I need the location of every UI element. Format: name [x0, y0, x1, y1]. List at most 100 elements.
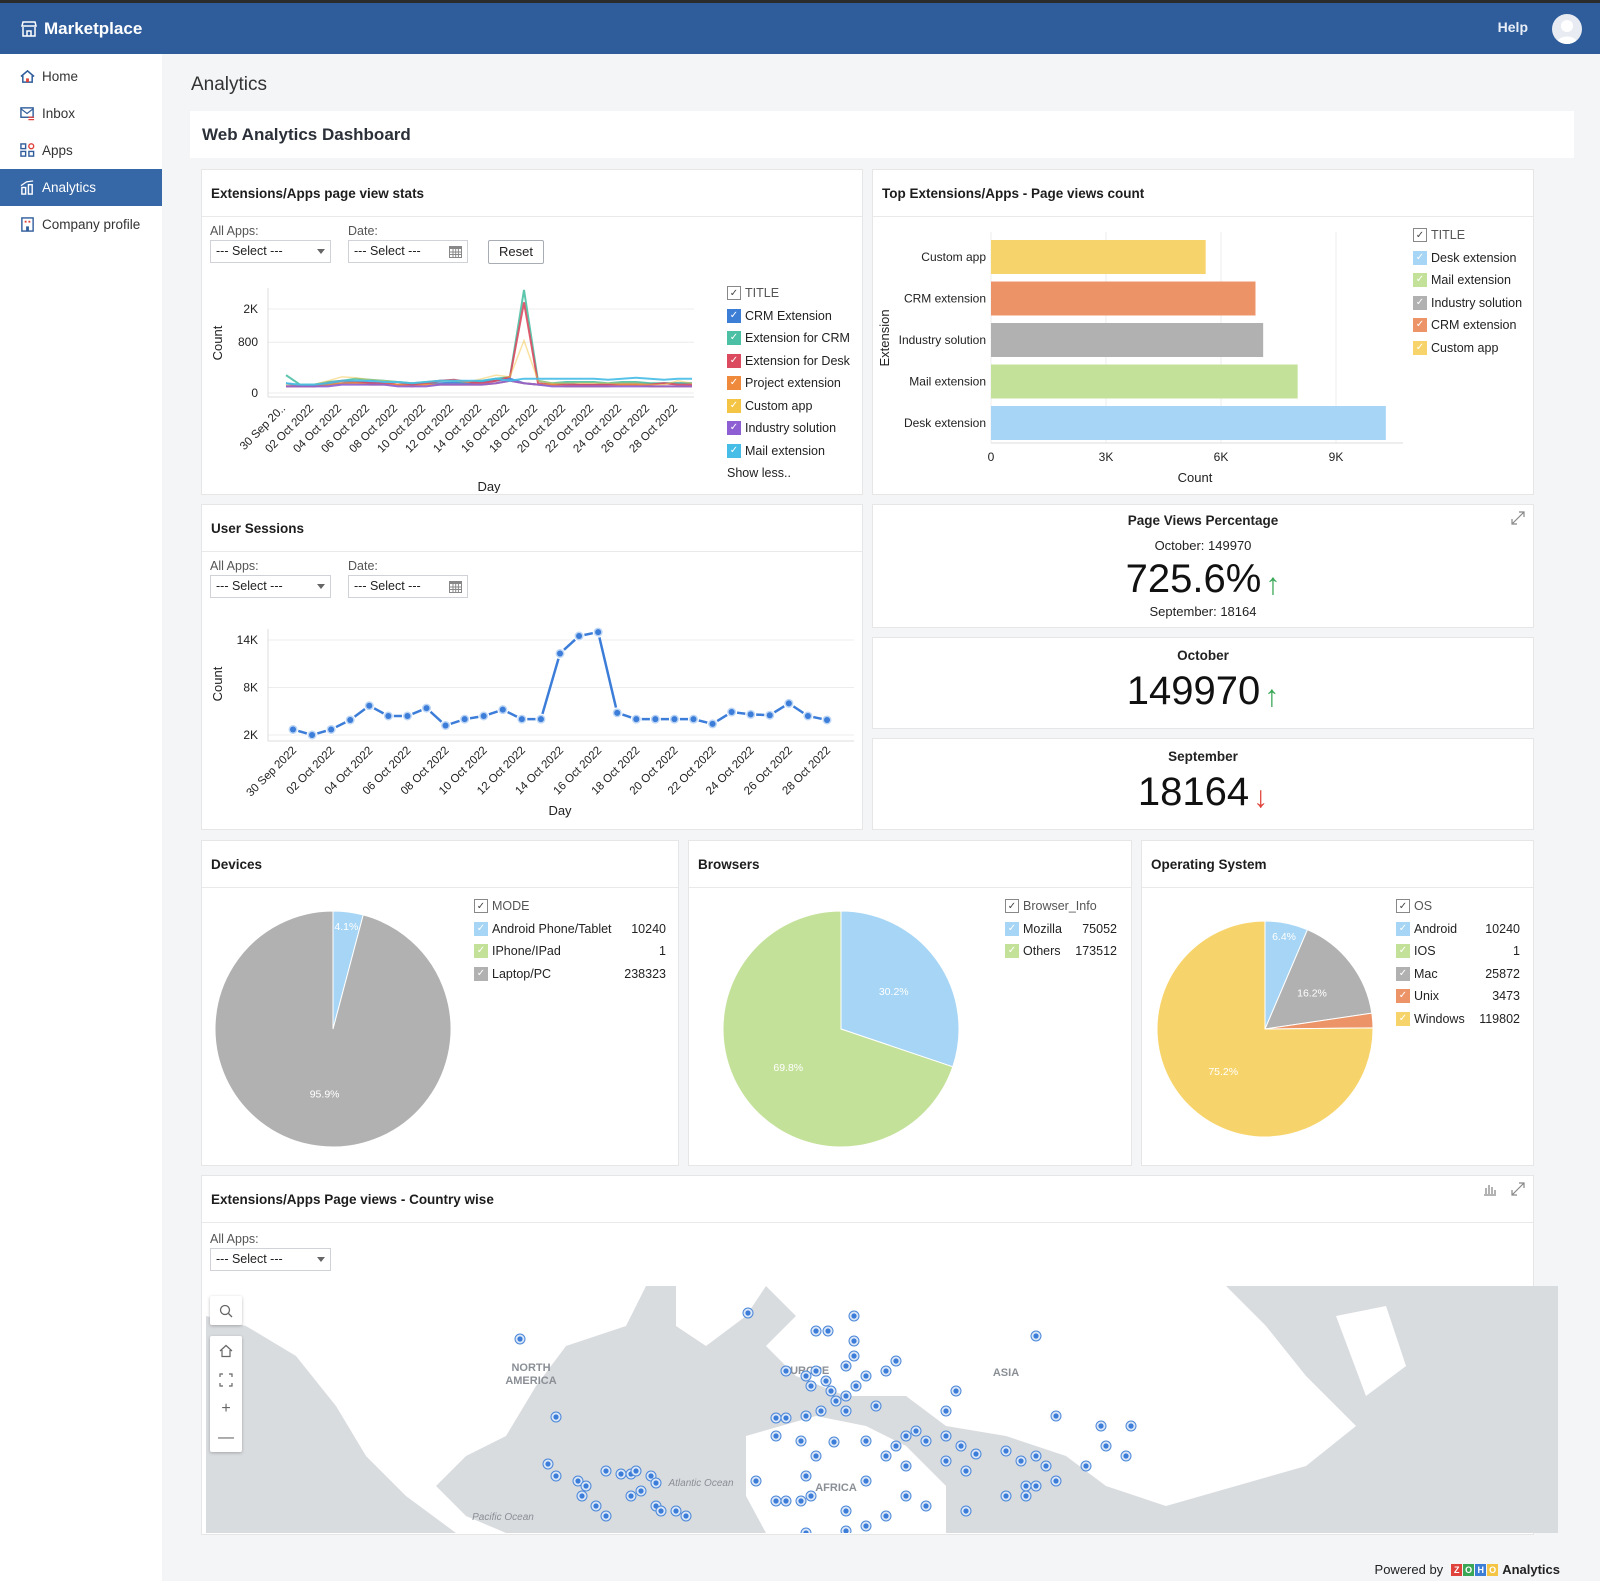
legend-item[interactable]: ✓ CRM extension — [1413, 314, 1533, 337]
sidebar-item-label: Company profile — [42, 217, 141, 232]
legend-item[interactable]: ✓ Mozilla 75052 — [1005, 918, 1117, 941]
map-marker-dot — [1053, 1413, 1059, 1419]
user-sessions-panel: User Sessions All Apps: --- Select --- D… — [201, 504, 863, 830]
legend-item[interactable]: ✓ Custom app — [1413, 337, 1533, 360]
legend-item[interactable]: ✓ Mail extension — [1413, 269, 1533, 292]
legend-item[interactable]: ✓ Android Phone/Tablet 10240 — [474, 918, 666, 941]
avatar[interactable] — [1552, 14, 1582, 44]
legend-item[interactable]: ✓ Custom app — [727, 395, 857, 418]
all-apps-select[interactable]: --- Select --- — [210, 1248, 331, 1271]
sidebar-item-apps[interactable]: Apps — [0, 132, 162, 169]
brand[interactable]: Marketplace — [20, 19, 142, 39]
checkbox-icon: ✓ — [1413, 250, 1427, 265]
legend-label: Mozilla — [1023, 921, 1062, 936]
dashboard-title: Web Analytics Dashboard — [190, 111, 1574, 158]
map-marker-dot — [818, 1408, 824, 1414]
panel-title: Operating System — [1142, 841, 1533, 888]
sidebar-item-analytics[interactable]: Analytics — [0, 169, 162, 206]
map-marker-dot — [1128, 1423, 1134, 1429]
chart-type-icon[interactable] — [1483, 1182, 1497, 1196]
legend-item[interactable]: ✓ Others 173512 — [1005, 940, 1117, 963]
legend-item[interactable]: ✓ Unix 3473 — [1396, 985, 1520, 1008]
data-point — [290, 726, 296, 733]
world-map[interactable]: NORTHAMERICAEUROPEASIAAFRICAAtlantic Oce… — [206, 1286, 1558, 1533]
legend-item[interactable]: ✓ Extension for CRM — [727, 327, 857, 350]
legend-item[interactable]: ✓ Project extension — [727, 372, 857, 395]
y-tick-label: 800 — [238, 335, 258, 349]
date-select[interactable]: --- Select --- — [348, 240, 468, 263]
all-apps-select[interactable]: --- Select --- — [210, 575, 331, 598]
legend-item[interactable]: ✓ Extension for Desk — [727, 350, 857, 373]
data-point — [766, 712, 773, 719]
chevron-down-icon — [317, 1257, 325, 1262]
legend-item[interactable]: ✓ Mail extension — [727, 440, 857, 463]
kpi-title: October — [1177, 648, 1229, 663]
main-content: Analytics Web Analytics Dashboard Extens… — [162, 54, 1600, 1581]
help-link[interactable]: Help — [1498, 19, 1528, 35]
map-marker-dot — [843, 1508, 849, 1514]
legend-item[interactable]: ✓ IPhone/IPad 1 — [474, 940, 666, 963]
panel-title: Browsers — [689, 841, 1131, 888]
legend-item[interactable]: ✓ Industry solution — [727, 417, 857, 440]
all-apps-select[interactable]: --- Select --- — [210, 240, 331, 263]
map-zoom-out-button[interactable]: — — [210, 1423, 242, 1452]
data-point — [442, 722, 449, 729]
expand-icon[interactable] — [1511, 511, 1525, 525]
map-marker-dot — [943, 1458, 949, 1464]
map-label: Atlantic Ocean — [667, 1478, 733, 1489]
home-icon — [219, 1344, 233, 1357]
reset-button[interactable]: Reset — [488, 240, 544, 264]
legend-item[interactable]: ✓ Windows 119802 — [1396, 1008, 1520, 1031]
map-marker-dot — [813, 1453, 819, 1459]
sidebar-item-home[interactable]: Home — [0, 58, 162, 95]
legend-item[interactable]: ✓ Desk extension — [1413, 247, 1533, 270]
calendar-icon[interactable] — [448, 244, 463, 259]
browsers-legend: ✓ Browser_Info ✓ Mozilla 75052 ✓ Others 173512 — [1005, 895, 1117, 963]
devices-pie-chart: 4.1% 95.9% — [214, 910, 452, 1148]
map-marker-dot — [851, 1313, 857, 1319]
map-marker-dot — [658, 1508, 664, 1514]
checkbox-icon: ✓ — [1005, 921, 1019, 936]
legend-item[interactable]: ✓ Industry solution — [1413, 292, 1533, 315]
map-select-region-button[interactable] — [210, 1365, 242, 1394]
land-mass — [1336, 1306, 1406, 1396]
data-point — [690, 716, 697, 723]
legend-label: Desk extension — [1431, 250, 1517, 265]
show-less-link[interactable]: Show less.. — [727, 462, 857, 485]
date-label: Date: — [348, 559, 378, 573]
browsers-panel: Browsers 30.2% 69.8% ✓ Browser_Info ✓ Mozill… — [688, 840, 1132, 1166]
data-point — [461, 716, 468, 723]
map-marker-dot — [973, 1451, 979, 1457]
map-marker-dot — [825, 1328, 831, 1334]
y-tick-label: 2K — [243, 302, 258, 316]
legend-item[interactable]: ✓ Laptop/PC 238323 — [474, 963, 666, 986]
expand-icon[interactable] — [1511, 1182, 1525, 1196]
map-zoom-in-button[interactable]: + — [210, 1394, 242, 1423]
legend-item[interactable]: ✓ IOS 1 — [1396, 940, 1520, 963]
legend-label: Extension for CRM — [745, 331, 850, 346]
legend-title[interactable]: ✓ MODE — [474, 895, 666, 918]
calendar-icon[interactable] — [448, 579, 463, 594]
data-point — [576, 633, 583, 640]
sidebar-item-inbox[interactable]: Inbox — [0, 95, 162, 132]
legend-title[interactable]: ✓ Browser_Info — [1005, 895, 1117, 918]
legend-item[interactable]: ✓ Mac 25872 — [1396, 963, 1520, 986]
data-point — [404, 713, 411, 719]
sidebar-item-company-profile[interactable]: Company profile — [0, 206, 162, 243]
map-marker-dot — [593, 1503, 599, 1509]
legend-title[interactable]: ✓ TITLE — [1413, 224, 1533, 247]
apps-icon — [20, 143, 35, 157]
data-point — [309, 732, 316, 738]
legend-item[interactable]: ✓ CRM Extension — [727, 305, 857, 328]
page-views-percentage-panel: Page Views Percentage October: 149970 72… — [872, 504, 1534, 628]
legend-item[interactable]: ✓ Android 10240 — [1396, 918, 1520, 941]
date-select[interactable]: --- Select --- — [348, 575, 468, 598]
legend-title[interactable]: ✓ TITLE — [727, 282, 857, 305]
legend-value: 25872 — [1485, 966, 1520, 981]
map-home-button[interactable] — [210, 1336, 242, 1365]
legend-title[interactable]: ✓ OS — [1396, 895, 1520, 918]
map-marker-dot — [803, 1413, 809, 1419]
map-search-button[interactable] — [210, 1296, 242, 1325]
map-marker-dot — [943, 1408, 949, 1414]
x-axis-title: Day — [477, 479, 501, 493]
